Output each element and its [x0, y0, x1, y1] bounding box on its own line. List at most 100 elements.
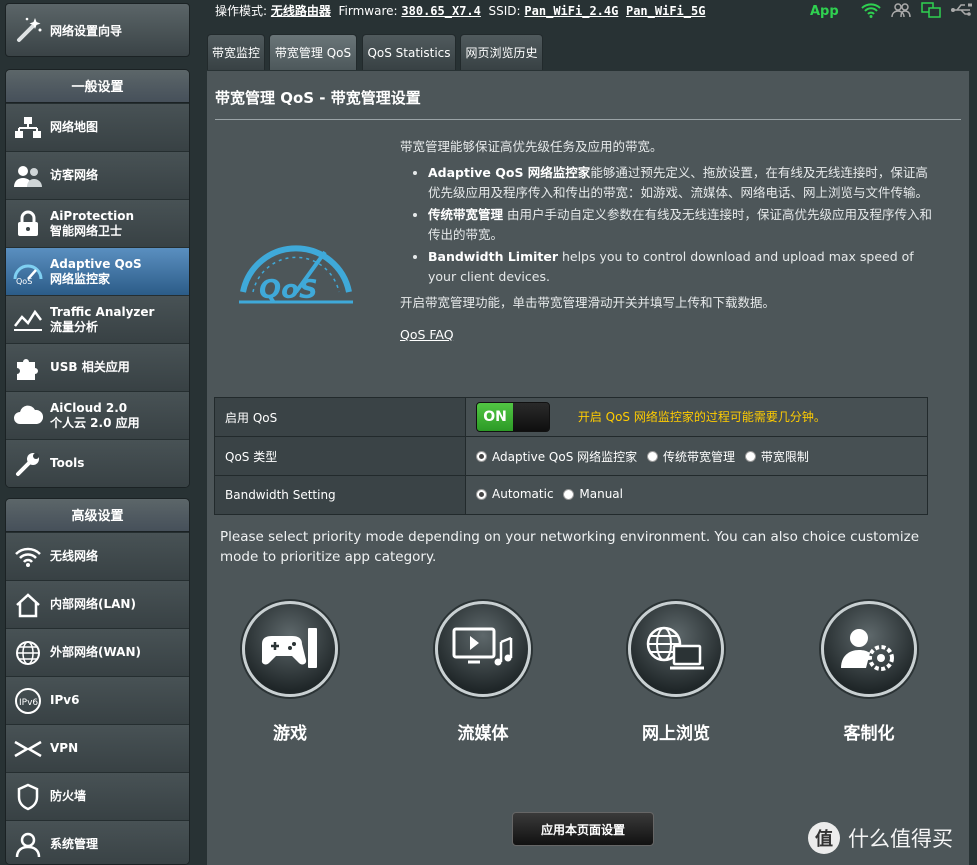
setup-wizard-button[interactable]: 网络设置向导: [5, 3, 190, 57]
enable-qos-row: 启用 QoS ON 开启 QoS 网络监控家的过程可能需要几分钟。: [214, 397, 928, 437]
sidebar-item-aiprotection[interactable]: AiProtection 智能网络卫士: [6, 199, 189, 247]
sidebar-item-wireless[interactable]: 无线网络: [6, 532, 189, 580]
intro-text: 带宽管理能够保证高优先级任务及应用的带宽。: [400, 139, 663, 154]
apply-settings-button[interactable]: 应用本页面设置: [512, 812, 654, 846]
sidebar-item-firewall[interactable]: 防火墙: [6, 772, 189, 820]
sidebar-item-vpn[interactable]: VPN: [6, 724, 189, 772]
app-link[interactable]: App: [810, 4, 839, 19]
sidebar-item-administration[interactable]: 系统管理: [6, 820, 189, 864]
firmware-version-link[interactable]: 380.65_X7.4: [401, 4, 480, 18]
enable-hint: 开启带宽管理功能，单击带宽管理滑动开关并填写上传和下载数据。: [400, 295, 776, 310]
enable-warning: 开启 QoS 网络监控家的过程可能需要几分钟。: [577, 409, 826, 424]
watermark-logo: 值: [808, 822, 840, 854]
qos-faq-link[interactable]: QoS FAQ: [400, 327, 454, 342]
qos-type-traditional-radio[interactable]: 传统带宽管理: [646, 448, 735, 465]
qos-type-limiter-radio[interactable]: 带宽限制: [744, 448, 809, 465]
vpn-icon: [6, 725, 50, 772]
svg-text:IPv6: IPv6: [19, 698, 38, 708]
usb-icon[interactable]: [950, 3, 973, 20]
qos-type-row: QoS 类型 Adaptive QoS 网络监控家 传统带宽管理 带宽限制: [214, 436, 928, 476]
tab-bandwidth-qos[interactable]: 带宽管理 QoS: [269, 34, 357, 70]
sidebar-item-wan[interactable]: 外部网络(WAN): [6, 628, 189, 676]
home-icon: [6, 581, 50, 628]
sidebar-item-label: 系统管理: [50, 837, 99, 851]
page-title: 带宽管理 QoS - 带宽管理设置: [215, 89, 421, 107]
sidebar-item-network-map[interactable]: 网络地图: [6, 103, 189, 151]
sidebar-item-label: Adaptive QoS: [50, 256, 142, 271]
sidebar-item-label: 内部网络(LAN): [50, 597, 136, 611]
qos-type-label: QoS 类型: [214, 436, 466, 476]
shield-icon: [6, 773, 50, 820]
mode-gaming[interactable]: 游戏: [220, 601, 360, 744]
qos-type-adaptive-radio[interactable]: Adaptive QoS 网络监控家: [476, 448, 637, 465]
sidebar-item-label: VPN: [50, 741, 79, 755]
qos-description: 带宽管理能够保证高优先级任务及应用的带宽。 Adaptive QoS 网络监控家…: [400, 137, 940, 345]
ipv6-icon: IPv6: [6, 677, 50, 724]
sidebar-item-lan[interactable]: 内部网络(LAN): [6, 580, 189, 628]
sidebar-item-aicloud[interactable]: AiCloud 2.0 个人云 2.0 应用: [6, 391, 189, 439]
aicloud-icon: [6, 392, 50, 439]
tab-web-history[interactable]: 网页浏览历史: [460, 34, 543, 70]
watermark-text: 什么值得买: [848, 827, 953, 851]
general-settings-menu: 一般设置 网络地图 访客网络 AiProtection 智能网络卫士 QoS Ad…: [5, 69, 190, 488]
sidebar-item-label: 外部网络(WAN): [50, 645, 141, 659]
ssid-2g-link[interactable]: Pan_WiFi_2.4G: [524, 4, 618, 18]
sidebar-item-traffic-analyzer[interactable]: Traffic Analyzer 流量分析: [6, 295, 189, 343]
mode-label: 游戏: [273, 724, 307, 744]
mode-label: 客制化: [843, 724, 895, 744]
sidebar-item-sublabel: 流量分析: [50, 319, 99, 334]
status-bar: 操作模式: 无线路由器 Firmware: 380.65_X7.4 SSID: …: [215, 2, 705, 19]
enable-qos-toggle[interactable]: ON: [476, 402, 550, 432]
magic-wand-icon: [6, 10, 50, 50]
gamepad-icon: [242, 601, 338, 697]
sidebar-item-ipv6[interactable]: IPv6 IPv6: [6, 676, 189, 724]
sidebar-item-usb-app[interactable]: USB 相关应用: [6, 343, 189, 391]
tab-bandwidth-monitor[interactable]: 带宽监控: [207, 34, 265, 70]
qos-logo-text: QoS: [259, 275, 318, 305]
user-admin-icon: [6, 821, 50, 864]
sidebar-item-sublabel: 智能网络卫士: [50, 223, 123, 238]
bandwidth-manual-radio[interactable]: Manual: [563, 487, 623, 501]
qos-settings-table: 启用 QoS ON 开启 QoS 网络监控家的过程可能需要几分钟。 QoS 类型…: [214, 397, 928, 515]
qos-logo: QoS: [237, 216, 355, 311]
sidebar-item-label: AiCloud 2.0: [50, 400, 128, 415]
sidebar-item-label: 无线网络: [50, 549, 99, 563]
puzzle-icon: [6, 344, 50, 391]
bandwidth-automatic-radio[interactable]: Automatic: [476, 487, 554, 501]
customize-icon: [821, 601, 917, 697]
sidebar-item-tools[interactable]: Tools: [6, 439, 189, 487]
sidebar-item-sublabel: 网络监控家: [50, 271, 111, 286]
qos-icon: QoS: [6, 248, 50, 295]
mode-label: 流媒体: [457, 724, 509, 744]
wifi-status-icon[interactable]: [860, 2, 881, 21]
sidebar-item-label: 防火墙: [50, 789, 87, 803]
internet-status-icon[interactable]: [920, 2, 941, 21]
tab-qos-statistics[interactable]: QoS Statistics: [362, 34, 456, 70]
wizard-label: 网络设置向导: [50, 23, 123, 38]
feature-bandwidth-limiter: Bandwidth Limiter helps you to control d…: [428, 247, 940, 287]
mode-label: 网上浏览: [642, 724, 710, 744]
ssid-5g-link[interactable]: Pan_WiFi_5G: [626, 4, 705, 18]
operation-mode-link[interactable]: 无线路由器: [271, 4, 331, 18]
ssid-label: SSID:: [488, 4, 521, 18]
sidebar-item-adaptive-qos[interactable]: QoS Adaptive QoS 网络监控家: [6, 247, 189, 295]
clients-icon[interactable]: [890, 2, 911, 21]
guest-network-icon: [6, 152, 50, 199]
operation-mode-label: 操作模式:: [215, 4, 268, 18]
toggle-knob: [513, 403, 549, 431]
globe-icon: [6, 629, 50, 676]
mode-media-streaming[interactable]: 流媒体: [413, 601, 553, 744]
mode-customize[interactable]: 客制化: [799, 601, 939, 744]
mode-web-browsing[interactable]: 网上浏览: [606, 601, 746, 744]
media-streaming-icon: [435, 601, 531, 697]
sidebar-item-label: 网络地图: [50, 120, 99, 134]
advanced-settings-header: 高级设置: [6, 499, 189, 532]
wrench-icon: [6, 440, 50, 487]
firmware-label: Firmware:: [338, 4, 398, 18]
feature-traditional-qos: 传统带宽管理 由用户手动自定义参数在有线及无线连接时，保证高优先级应用及程序传入…: [428, 205, 940, 245]
sidebar-item-guest-network[interactable]: 访客网络: [6, 151, 189, 199]
toggle-on-text: ON: [477, 403, 513, 431]
bandwidth-setting-row: Bandwidth Setting Automatic Manual: [214, 475, 928, 515]
advanced-settings-menu: 高级设置 无线网络 内部网络(LAN) 外部网络(WAN) IPv6 IPv6 …: [5, 498, 190, 865]
sidebar-item-label: USB 相关应用: [50, 360, 130, 374]
